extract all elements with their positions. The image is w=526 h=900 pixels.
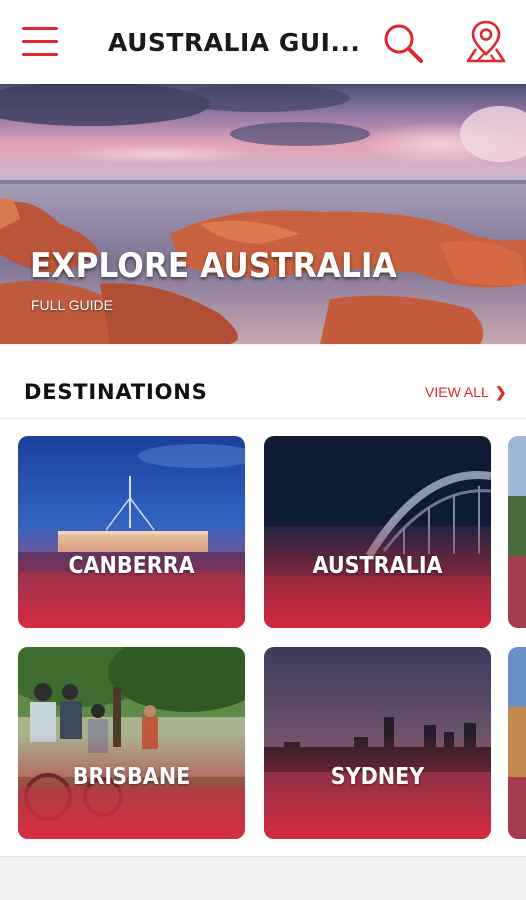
card-overlay: [264, 436, 491, 628]
card-label: BRISBANE: [72, 764, 191, 790]
card-overlay: [18, 647, 245, 839]
peek-image: [508, 436, 526, 628]
destination-card-australia[interactable]: AUSTRALIA: [264, 436, 491, 628]
hero-banner[interactable]: EXPLORE AUSTRALIA FULL GUIDE: [0, 84, 526, 344]
menu-button[interactable]: [20, 24, 62, 60]
destination-card-sydney[interactable]: SYDNEY: [264, 647, 491, 839]
destination-card-canberra[interactable]: CANBERRA: [18, 436, 245, 628]
card-label: CANBERRA: [68, 553, 195, 579]
card-overlay: [264, 647, 491, 839]
hero-subtitle: FULL GUIDE: [31, 297, 113, 313]
map-button[interactable]: [462, 18, 510, 66]
destination-card-peek[interactable]: [508, 647, 526, 839]
section-title: DESTINATIONS: [24, 380, 208, 404]
card-label: AUSTRALIA: [312, 553, 443, 579]
app-title: AUSTRALIA GUI...: [108, 28, 361, 57]
card-label: SYDNEY: [330, 764, 425, 790]
view-all-label: VIEW ALL: [425, 384, 489, 400]
destination-card-brisbane[interactable]: BRISBANE: [18, 647, 245, 839]
destinations-section: DESTINATIONS VIEW ALL ❯ CANBERRA AUSTRAL…: [0, 346, 526, 857]
search-button[interactable]: [380, 20, 426, 66]
view-all-link[interactable]: VIEW ALL ❯: [425, 384, 507, 404]
chevron-right-icon: ❯: [494, 384, 507, 400]
app-bar: AUSTRALIA GUI...: [0, 0, 526, 84]
search-icon: [384, 24, 423, 63]
peek-image: [508, 647, 526, 839]
destinations-header: DESTINATIONS VIEW ALL ❯: [0, 346, 526, 419]
map-pin-icon: [466, 20, 506, 63]
hero-title: EXPLORE AUSTRALIA: [30, 246, 397, 286]
destination-card-peek[interactable]: [508, 436, 526, 628]
card-overlay: [18, 436, 245, 628]
